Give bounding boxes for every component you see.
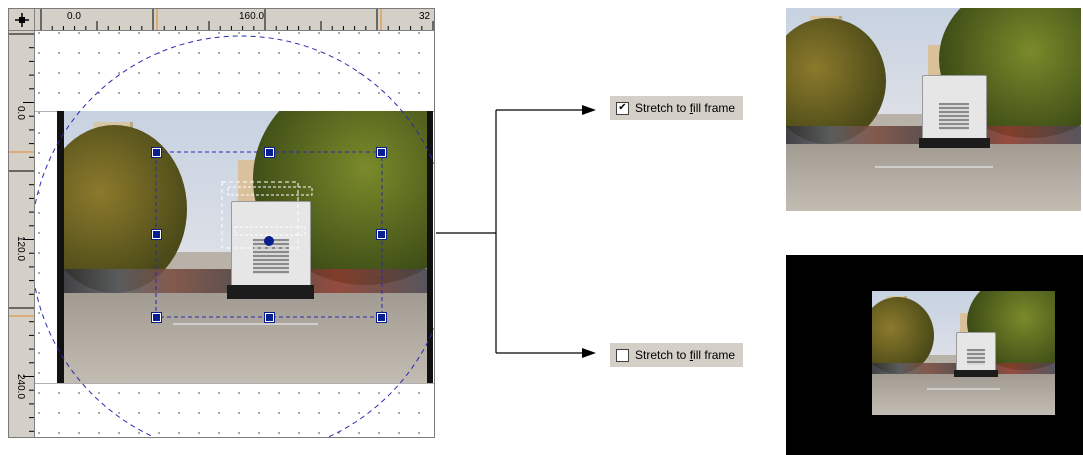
ruler-label-v-240: 240.0 bbox=[15, 374, 26, 400]
resize-handle-top-right[interactable] bbox=[376, 147, 387, 158]
arrow-right-icon bbox=[582, 105, 596, 115]
ruler-label-h-0: 0.0 bbox=[67, 11, 81, 22]
resize-handle-right[interactable] bbox=[376, 229, 387, 240]
frame-editor[interactable]: 0.0 160.0 32 0.0 120.0 240.0 bbox=[8, 8, 435, 438]
resize-handle-bottom[interactable] bbox=[264, 312, 275, 323]
horizontal-ruler-ticks bbox=[40, 9, 434, 30]
center-point-handle[interactable] bbox=[264, 236, 274, 246]
ruler-origin-button[interactable] bbox=[9, 9, 35, 31]
resize-handle-left[interactable] bbox=[151, 229, 162, 240]
branch-arrows bbox=[436, 105, 596, 358]
horizontal-ruler[interactable]: 0.0 160.0 32 bbox=[35, 9, 434, 31]
resize-handle-top[interactable] bbox=[264, 147, 275, 158]
canvas-stage[interactable] bbox=[35, 31, 434, 437]
ruler-label-h-160: 160.0 bbox=[239, 11, 265, 22]
stretch-label-unchecked: Stretch to fill frame bbox=[635, 348, 736, 362]
transform-overlay bbox=[35, 35, 434, 437]
checkmark-icon: ✔ bbox=[618, 102, 627, 113]
ruler-label-v-0: 0.0 bbox=[15, 106, 26, 120]
preview-unstretched-image bbox=[872, 291, 1055, 415]
inner-selection-box bbox=[221, 181, 299, 249]
ruler-label-h-320: 32 bbox=[419, 11, 431, 22]
resize-handle-bottom-left[interactable] bbox=[151, 312, 162, 323]
resize-handle-bottom-right[interactable] bbox=[376, 312, 387, 323]
resize-handle-top-left[interactable] bbox=[151, 147, 162, 158]
ruler-label-v-120: 120.0 bbox=[15, 236, 26, 262]
stretch-to-fill-option-unchecked[interactable]: Stretch to fill frame bbox=[610, 343, 744, 367]
selection-bounding-box bbox=[155, 151, 383, 318]
arrow-right-icon bbox=[582, 348, 596, 358]
preview-stretched-image bbox=[786, 8, 1081, 211]
stretch-checkbox-unchecked[interactable] bbox=[616, 348, 629, 362]
stretch-to-fill-option-checked[interactable]: ✔ Stretch to fill frame bbox=[610, 96, 744, 120]
crosshair-icon bbox=[14, 12, 29, 27]
stretch-label-checked: Stretch to fill frame bbox=[635, 101, 736, 115]
vertical-ruler[interactable]: 0.0 120.0 240.0 bbox=[9, 31, 35, 437]
rotation-guide-circle bbox=[35, 35, 434, 437]
stretch-checkbox-checked[interactable]: ✔ bbox=[616, 101, 629, 115]
